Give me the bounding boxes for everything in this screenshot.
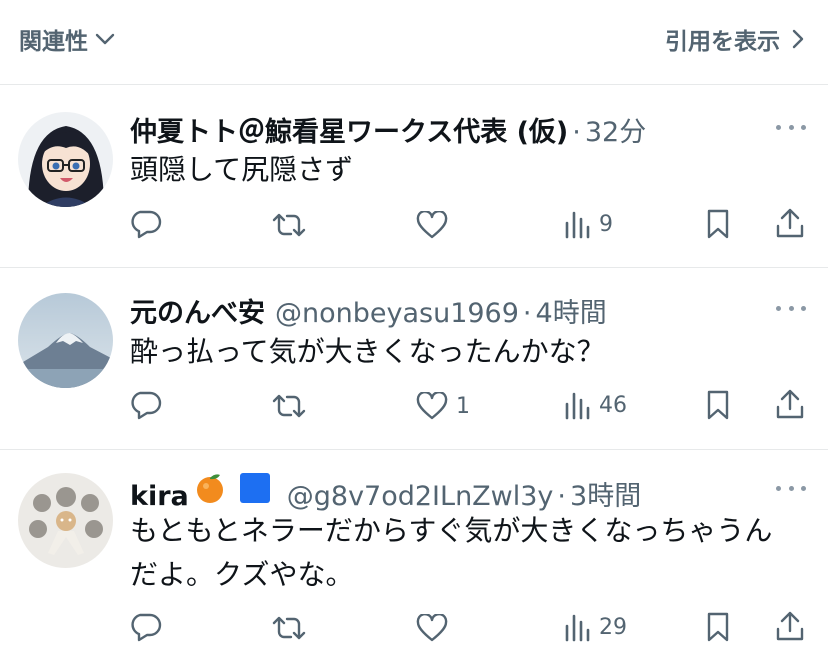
bookmark-button[interactable] <box>706 208 730 240</box>
view-count: 9 <box>599 211 613 237</box>
blue-square-emoji-icon <box>239 473 270 503</box>
views-chart-icon <box>565 614 590 642</box>
user-handle[interactable]: @nonbeyasu1969 <box>275 298 519 329</box>
share-button[interactable] <box>774 610 806 642</box>
views-chart-icon <box>565 392 590 420</box>
tangerine-emoji-icon <box>196 474 223 503</box>
views-chart-icon <box>565 211 590 239</box>
heart-icon <box>416 614 448 642</box>
more-options-icon[interactable] <box>776 484 806 492</box>
reply-button[interactable] <box>130 209 170 239</box>
replies-toolbar: 関連性 引用を表示 <box>0 0 828 85</box>
post-text: 頭隠して尻隠さず <box>130 153 354 186</box>
view-count: 46 <box>599 392 627 418</box>
view-quotes-label: 引用を表示 <box>665 29 780 55</box>
views-button[interactable]: 9 <box>563 209 613 239</box>
reply-button[interactable] <box>130 390 170 420</box>
post-text: もともとネラーだからすぐ気が大きくなっちゃうんだよ。クズやな。 <box>130 514 773 591</box>
like-button[interactable] <box>416 211 456 239</box>
bookmark-button[interactable] <box>706 389 730 421</box>
avatar[interactable] <box>18 473 113 568</box>
more-options-icon[interactable] <box>776 304 806 312</box>
bookmark-icon <box>707 612 729 642</box>
post-header: 仲夏トト＠鯨看星ワークス代表 (仮) · 32分 <box>130 110 646 149</box>
avatar[interactable] <box>18 293 113 388</box>
anime-girl-avatar-image <box>18 112 113 207</box>
share-button[interactable] <box>774 388 806 420</box>
separator-dot: · <box>522 298 532 329</box>
reply-button[interactable] <box>130 612 170 642</box>
share-icon <box>776 208 804 238</box>
post-actions: 1 46 <box>130 386 810 426</box>
like-count: 1 <box>456 393 470 419</box>
heart-icon <box>416 392 448 420</box>
view-count: 29 <box>599 614 627 640</box>
bookmark-button[interactable] <box>706 611 730 643</box>
avatar[interactable] <box>18 112 113 207</box>
repost-button[interactable] <box>271 392 315 420</box>
like-button[interactable] <box>416 614 456 642</box>
repost-button[interactable] <box>271 211 315 239</box>
reply-post[interactable]: 元のんべ安 @nonbeyasu1969 · 4時間 酔っ払って気が大きくなった… <box>0 269 828 450</box>
repost-icon <box>272 213 306 237</box>
views-button[interactable]: 46 <box>563 390 627 420</box>
reply-post[interactable]: 仲夏トト＠鯨看星ワークス代表 (仮) · 32分 頭隠して尻隠さず 9 <box>0 86 828 268</box>
post-time[interactable]: 3時間 <box>570 474 641 513</box>
reply-icon <box>131 210 162 239</box>
post-text: 酔っ払って気が大きくなったんかな？ <box>130 335 605 368</box>
view-quotes-link[interactable]: 引用を表示 <box>665 22 806 56</box>
like-button[interactable]: 1 <box>416 392 470 420</box>
post-header: kira @g8v7od2ILnZwl3y · 3時間 <box>130 471 641 513</box>
reply-icon <box>131 613 162 642</box>
cats-avatar-image <box>18 473 113 568</box>
user-handle[interactable]: @g8v7od2ILnZwl3y <box>287 481 554 512</box>
views-button[interactable]: 29 <box>563 612 627 642</box>
post-time[interactable]: 4時間 <box>536 291 607 330</box>
chevron-right-icon <box>792 29 804 49</box>
sort-label: 関連性 <box>19 29 88 55</box>
repost-button[interactable] <box>271 614 315 642</box>
reply-post[interactable]: kira @g8v7od2ILnZwl3y · 3時間 もともとネラーだからすぐ… <box>0 451 828 667</box>
heart-icon <box>416 211 448 239</box>
display-name[interactable]: kira <box>130 481 189 512</box>
repost-icon <box>272 616 306 640</box>
bookmark-icon <box>707 209 729 239</box>
post-header: 元のんべ安 @nonbeyasu1969 · 4時間 <box>130 291 607 330</box>
post-actions: 9 <box>130 205 810 245</box>
display-name[interactable]: 仲夏トト＠鯨看星ワークス代表 (仮) <box>130 110 568 149</box>
separator-dot: · <box>572 117 581 148</box>
share-icon <box>776 611 804 641</box>
share-icon <box>776 389 804 419</box>
display-name[interactable]: 元のんべ安 <box>130 291 265 330</box>
share-button[interactable] <box>774 207 806 239</box>
post-time[interactable]: 32分 <box>585 110 646 149</box>
more-options-icon[interactable] <box>776 123 806 131</box>
separator-dot: · <box>557 481 567 512</box>
mount-fuji-avatar-image <box>18 293 113 388</box>
reply-icon <box>131 391 162 420</box>
post-actions: 29 <box>130 608 810 648</box>
bookmark-icon <box>707 390 729 420</box>
repost-icon <box>272 394 306 418</box>
chevron-down-icon <box>95 33 115 45</box>
sort-dropdown[interactable]: 関連性 <box>19 22 116 56</box>
